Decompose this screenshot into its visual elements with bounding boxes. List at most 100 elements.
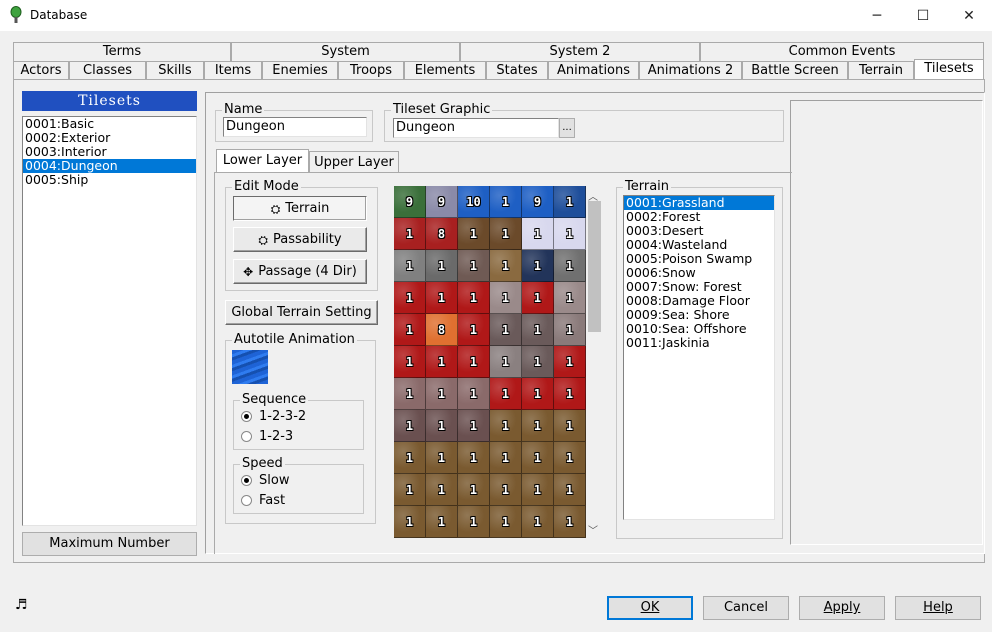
- terrain-item[interactable]: 0007:Snow: Forest: [624, 280, 774, 294]
- tab-terms[interactable]: Terms: [13, 42, 231, 61]
- list-item[interactable]: 0003:Interior: [23, 145, 196, 159]
- tile-cell[interactable]: 1: [394, 442, 426, 474]
- list-item[interactable]: 0001:Basic: [23, 117, 196, 131]
- tile-cell[interactable]: 1: [490, 314, 522, 346]
- music-note-icon[interactable]: ♬: [15, 597, 28, 613]
- global-terrain-setting-button[interactable]: Global Terrain Setting: [225, 300, 378, 325]
- tile-cell[interactable]: 1: [458, 314, 490, 346]
- tile-cell[interactable]: 1: [394, 410, 426, 442]
- list-item[interactable]: 0002:Exterior: [23, 131, 196, 145]
- tilesets-list[interactable]: 0001:Basic 0002:Exterior 0003:Interior 0…: [22, 116, 197, 526]
- tileset-grid[interactable]: 9 9 10 1 9 1 1 8 1 1 1 1 1 1 1 1 1 1 1 1 1 1 1 1 1 8 1 1 1 1 1 1 1 1 1 1 1 1 1…: [394, 186, 586, 538]
- tab-elements[interactable]: Elements: [404, 61, 486, 80]
- tile-cell[interactable]: 1: [394, 378, 426, 410]
- tile-cell[interactable]: 1: [522, 282, 554, 314]
- tab-tilesets[interactable]: Tilesets: [914, 59, 984, 79]
- tile-cell[interactable]: 1: [490, 378, 522, 410]
- tile-cell[interactable]: 1: [554, 314, 586, 346]
- tile-cell[interactable]: 1: [490, 282, 522, 314]
- tile-cell[interactable]: 1: [458, 282, 490, 314]
- tab-terrain[interactable]: Terrain: [848, 61, 914, 80]
- tab-enemies[interactable]: Enemies: [262, 61, 338, 80]
- terrain-item-selected[interactable]: 0001:Grassland: [624, 196, 774, 210]
- ok-button[interactable]: OK: [607, 596, 693, 620]
- tile-cell[interactable]: 9: [426, 186, 458, 218]
- tile-cell[interactable]: 1: [490, 186, 522, 218]
- tab-battle-screen[interactable]: Battle Screen: [742, 61, 848, 80]
- tile-cell[interactable]: 1: [522, 442, 554, 474]
- terrain-item[interactable]: 0010:Sea: Offshore: [624, 322, 774, 336]
- tile-cell[interactable]: 1: [490, 218, 522, 250]
- tab-system-2[interactable]: System 2: [460, 42, 700, 61]
- tile-cell[interactable]: 1: [426, 346, 458, 378]
- tile-cell[interactable]: 1: [522, 218, 554, 250]
- tile-cell[interactable]: 1: [394, 218, 426, 250]
- tile-cell[interactable]: 1: [394, 314, 426, 346]
- tile-cell[interactable]: 1: [426, 442, 458, 474]
- tile-cell[interactable]: 1: [394, 506, 426, 538]
- tile-cell[interactable]: 1: [522, 378, 554, 410]
- tile-cell[interactable]: 1: [522, 410, 554, 442]
- tile-cell[interactable]: 1: [426, 506, 458, 538]
- tile-cell[interactable]: 1: [554, 474, 586, 506]
- terrain-mode-button[interactable]: ⛭ Terrain: [233, 196, 367, 221]
- cancel-button[interactable]: Cancel: [703, 596, 789, 620]
- browse-button[interactable]: ...: [559, 118, 575, 138]
- tile-cell[interactable]: 1: [426, 378, 458, 410]
- list-item[interactable]: 0005:Ship: [23, 173, 196, 187]
- speed-option-slow[interactable]: Slow: [241, 473, 289, 488]
- terrain-list[interactable]: 0001:Grassland 0002:Forest 0003:Desert 0004…: [623, 195, 775, 520]
- tile-cell[interactable]: 1: [522, 506, 554, 538]
- radio-button[interactable]: [241, 431, 252, 442]
- tab-actors[interactable]: Actors: [13, 61, 69, 80]
- tile-cell[interactable]: 1: [458, 474, 490, 506]
- scroll-up-icon[interactable]: ︿: [588, 188, 598, 203]
- tile-cell[interactable]: 1: [490, 506, 522, 538]
- tile-cell[interactable]: 10: [458, 186, 490, 218]
- tile-cell[interactable]: 9: [522, 186, 554, 218]
- tile-cell[interactable]: 1: [458, 378, 490, 410]
- passage-mode-button[interactable]: ✥ Passage (4 Dir): [233, 259, 367, 284]
- tile-cell[interactable]: 1: [458, 506, 490, 538]
- terrain-item[interactable]: 0005:Poison Swamp: [624, 252, 774, 266]
- tile-cell[interactable]: 1: [394, 282, 426, 314]
- terrain-item[interactable]: 0002:Forest: [624, 210, 774, 224]
- tile-cell[interactable]: 1: [426, 474, 458, 506]
- tile-cell[interactable]: 1: [490, 410, 522, 442]
- tile-cell[interactable]: 1: [394, 474, 426, 506]
- tile-cell[interactable]: 1: [458, 410, 490, 442]
- tile-cell[interactable]: 1: [554, 218, 586, 250]
- tile-cell[interactable]: 1: [394, 250, 426, 282]
- terrain-item[interactable]: 0008:Damage Floor: [624, 294, 774, 308]
- tile-cell[interactable]: 1: [426, 282, 458, 314]
- tile-cell[interactable]: 1: [554, 410, 586, 442]
- tile-cell[interactable]: 1: [458, 218, 490, 250]
- tab-skills[interactable]: Skills: [146, 61, 204, 80]
- tile-cell[interactable]: 1: [554, 282, 586, 314]
- terrain-item[interactable]: 0009:Sea: Shore: [624, 308, 774, 322]
- maximize-button[interactable]: ☐: [900, 0, 946, 31]
- terrain-item[interactable]: 0004:Wasteland: [624, 238, 774, 252]
- name-input[interactable]: Dungeon: [223, 117, 367, 137]
- tab-upper-layer[interactable]: Upper Layer: [309, 151, 399, 173]
- passability-mode-button[interactable]: ⛭ Passability: [233, 227, 367, 252]
- tile-cell[interactable]: 1: [522, 346, 554, 378]
- tile-cell[interactable]: 1: [394, 346, 426, 378]
- tileset-graphic-field[interactable]: Dungeon: [393, 118, 559, 138]
- speed-option-fast[interactable]: Fast: [241, 493, 285, 508]
- tab-states[interactable]: States: [486, 61, 548, 80]
- tile-cell[interactable]: 1: [426, 410, 458, 442]
- radio-button-checked[interactable]: [241, 411, 252, 422]
- tile-cell[interactable]: 1: [458, 442, 490, 474]
- tile-cell[interactable]: 1: [554, 506, 586, 538]
- close-button[interactable]: ✕: [946, 0, 992, 31]
- tile-cell[interactable]: 1: [522, 474, 554, 506]
- minimize-button[interactable]: ─: [854, 0, 900, 31]
- sequence-option-1232[interactable]: 1-2-3-2: [241, 409, 306, 424]
- apply-button[interactable]: Apply: [799, 596, 885, 620]
- tab-animations[interactable]: Animations: [548, 61, 639, 80]
- scrollbar-thumb[interactable]: [588, 201, 601, 332]
- tile-cell[interactable]: 1: [522, 314, 554, 346]
- tab-classes[interactable]: Classes: [69, 61, 146, 80]
- radio-button[interactable]: [241, 495, 252, 506]
